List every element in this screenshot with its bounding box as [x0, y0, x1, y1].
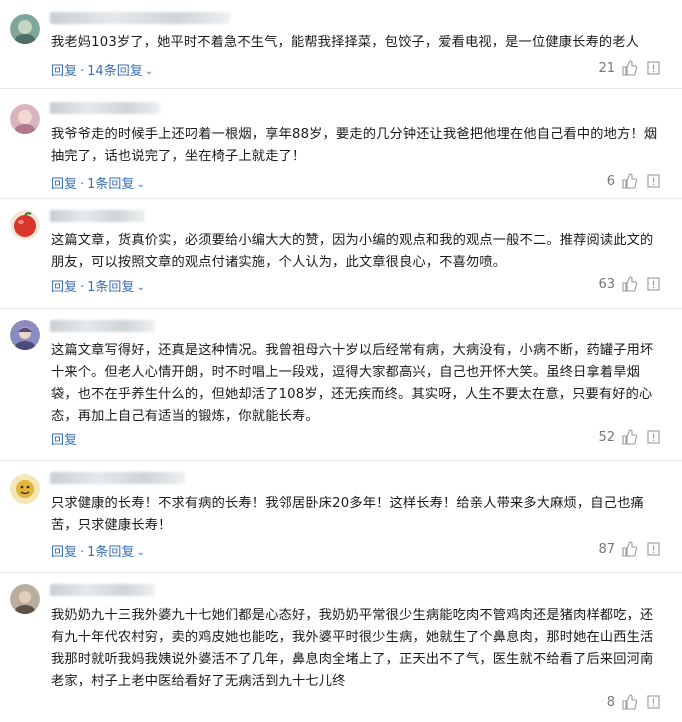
comment-item: 我爷爷走的时候手上还叼着一根烟，享年88岁，要走的几分钟还让我爸把他埋在他自己看…: [0, 88, 682, 198]
thumbs-up-icon[interactable]: [621, 60, 637, 76]
avatar-image: [10, 474, 40, 504]
separator-dot: ·: [80, 64, 85, 79]
separator-dot: ·: [80, 545, 85, 560]
avatar[interactable]: [10, 210, 40, 240]
reply-count-label: 1条回复: [87, 280, 135, 295]
flag-icon[interactable]: [647, 277, 660, 291]
comment-meta: 8: [51, 694, 660, 712]
comment-text: 只求健康的长寿！不求有病的长寿！我邻居卧床20多年！这样长寿！给亲人带来多大麻烦…: [51, 496, 644, 533]
avatar-image: [10, 320, 40, 350]
username-blurred[interactable]: [50, 320, 155, 332]
reply-count-label: 1条回复: [87, 177, 135, 192]
comment-actions: 6: [607, 173, 660, 189]
comment-text: 我奶奶九十三我外婆九十七她们都是心态好，我奶奶平常很少生病能吃肉不管鸡肉还是猪肉…: [51, 608, 654, 689]
comment-actions: 8: [607, 694, 660, 710]
comment-meta: 回复 · 1条回复 ⌄ 87: [51, 541, 660, 560]
avatar[interactable]: [10, 14, 40, 44]
avatar[interactable]: [10, 320, 40, 350]
separator-dot: ·: [80, 280, 85, 295]
username-blurred[interactable]: [50, 210, 145, 222]
comment-meta: 回复 52: [51, 429, 660, 448]
avatar[interactable]: [10, 584, 40, 614]
comment-actions: 63: [598, 276, 660, 292]
reply-count-label: 14条回复: [87, 64, 143, 79]
comment-meta: 回复 · 14条回复 ⌄ 21: [51, 60, 660, 79]
reply-button[interactable]: 回复: [51, 545, 77, 560]
chevron-down-icon: ⌄: [136, 179, 145, 190]
comment-list: 我老妈103岁了，她平时不着急不生气，能帮我择择菜，包饺子，爱看电视，是一位健康…: [0, 0, 682, 722]
comment-text: 这篇文章，货真价实，必须要给小编大大的赞，因为小编的观点和我的观点一般不二。推荐…: [51, 233, 654, 270]
username-blurred[interactable]: [50, 102, 160, 114]
flag-icon[interactable]: [647, 174, 660, 188]
like-count: 63: [598, 276, 615, 292]
like-count: 87: [598, 541, 615, 557]
avatar-image: [10, 14, 40, 44]
reply-button[interactable]: 回复: [51, 433, 77, 448]
avatar[interactable]: [10, 104, 40, 134]
comment-item: 我老妈103岁了，她平时不着急不生气，能帮我择择菜，包饺子，爱看电视，是一位健康…: [0, 0, 682, 88]
comment-item: 只求健康的长寿！不求有病的长寿！我邻居卧床20多年！这样长寿！给亲人带来多大麻烦…: [0, 460, 682, 572]
reply-button[interactable]: 回复: [51, 280, 77, 295]
reply-button[interactable]: 回复: [51, 177, 77, 192]
comment-item: 我奶奶九十三我外婆九十七她们都是心态好，我奶奶平常很少生病能吃肉不管鸡肉还是猪肉…: [0, 572, 682, 722]
thumbs-up-icon[interactable]: [621, 276, 637, 292]
comment-item: 这篇文章写得好，还真是这种情况。我曾祖母六十岁以后经常有病，大病没有，小病不断，…: [0, 308, 682, 460]
like-count: 21: [598, 60, 615, 76]
avatar-image: [10, 104, 40, 134]
flag-icon[interactable]: [647, 430, 660, 444]
like-count: 8: [606, 694, 615, 710]
thumbs-up-icon[interactable]: [621, 541, 637, 557]
username-blurred[interactable]: [50, 12, 230, 24]
comment-actions: 87: [598, 541, 660, 557]
comment-actions: 21: [598, 60, 660, 76]
separator-dot: ·: [80, 177, 85, 192]
view-replies-button[interactable]: 1条回复 ⌄: [87, 545, 145, 560]
avatar[interactable]: [10, 474, 40, 504]
reply-button[interactable]: 回复: [51, 64, 77, 79]
comment-item: 这篇文章，货真价实，必须要给小编大大的赞，因为小编的观点和我的观点一般不二。推荐…: [0, 198, 682, 308]
username-blurred[interactable]: [50, 584, 155, 596]
comment-meta: 回复 · 1条回复 ⌄ 6: [51, 173, 660, 192]
view-replies-button[interactable]: 1条回复 ⌄: [87, 177, 145, 192]
like-count: 6: [606, 173, 615, 189]
thumbs-up-icon[interactable]: [621, 429, 637, 445]
comment-meta: 回复 · 1条回复 ⌄ 63: [51, 276, 660, 295]
comment-text: 我爷爷走的时候手上还叼着一根烟，享年88岁，要走的几分钟还让我爸把他埋在他自己看…: [51, 127, 658, 164]
chevron-down-icon: ⌄: [144, 66, 154, 77]
flag-icon[interactable]: [647, 61, 660, 75]
comment-text: 我老妈103岁了，她平时不着急不生气，能帮我择择菜，包饺子，爱看电视，是一位健康…: [51, 35, 640, 50]
comment-text: 这篇文章写得好，还真是这种情况。我曾祖母六十岁以后经常有病，大病没有，小病不断，…: [51, 343, 654, 424]
avatar-image: [10, 584, 40, 614]
reply-count-label: 1条回复: [87, 545, 135, 560]
flag-icon[interactable]: [647, 695, 660, 709]
chevron-down-icon: ⌄: [136, 547, 145, 558]
flag-icon[interactable]: [647, 542, 660, 556]
like-count: 52: [598, 429, 615, 445]
avatar-image: [10, 210, 40, 240]
comment-actions: 52: [598, 429, 660, 445]
username-blurred[interactable]: [50, 472, 185, 484]
chevron-down-icon: ⌄: [136, 282, 145, 293]
view-replies-button[interactable]: 14条回复 ⌄: [87, 64, 153, 79]
thumbs-up-icon[interactable]: [621, 694, 637, 710]
view-replies-button[interactable]: 1条回复 ⌄: [87, 280, 145, 295]
thumbs-up-icon[interactable]: [621, 173, 637, 189]
